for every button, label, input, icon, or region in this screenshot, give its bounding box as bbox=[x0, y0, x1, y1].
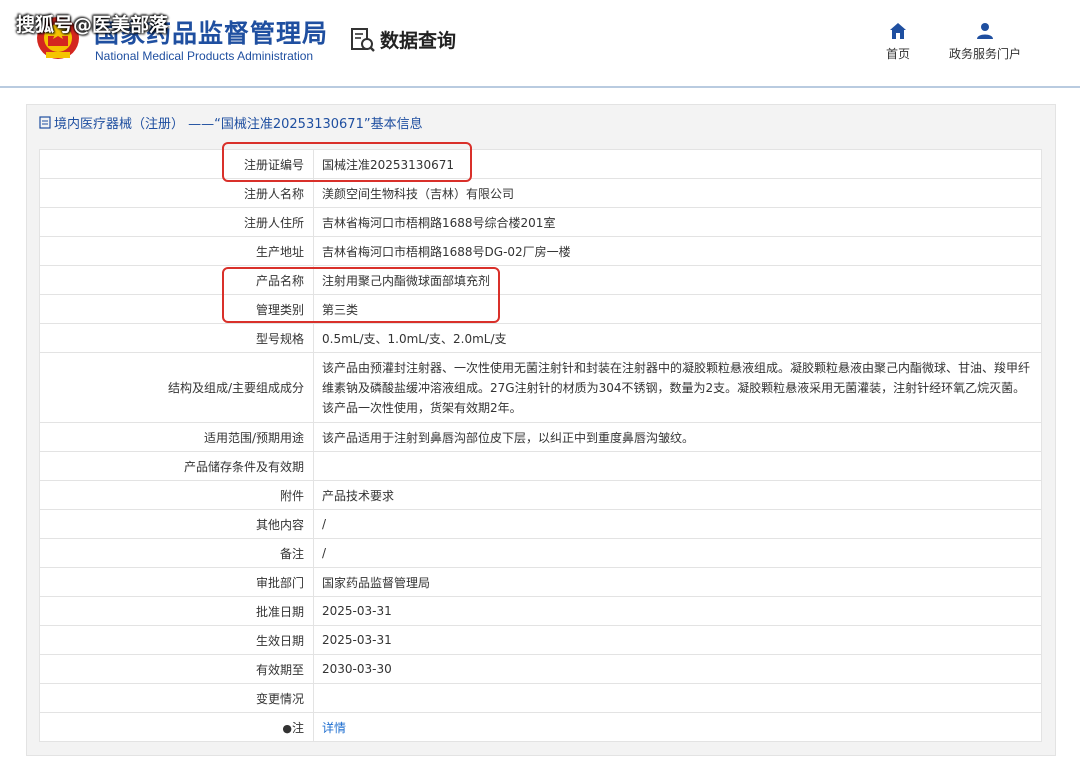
nav-service-portal-label: 政务服务门户 bbox=[948, 47, 1021, 61]
nav-home-label: 首页 bbox=[885, 47, 910, 61]
field-label: 结构及组成/主要组成成分 bbox=[39, 352, 314, 423]
field-label: 审批部门 bbox=[39, 567, 314, 597]
table-row: 产品名称 注射用聚己内酯微球面部填充剂 bbox=[39, 265, 1042, 295]
field-value: 2025-03-31 bbox=[313, 625, 1042, 655]
document-search-icon bbox=[351, 27, 375, 52]
field-label: 型号规格 bbox=[39, 323, 314, 353]
field-label: 产品储存条件及有效期 bbox=[39, 451, 314, 481]
field-value: 该产品由预灌封注射器、一次性使用无菌注射针和封装在注射器中的凝胶颗粒悬液组成。凝… bbox=[313, 352, 1042, 423]
field-label: 注册人名称 bbox=[39, 178, 314, 208]
table-row: 附件 产品技术要求 bbox=[39, 480, 1042, 510]
home-icon bbox=[890, 23, 906, 39]
user-icon bbox=[977, 23, 993, 39]
field-value: / bbox=[313, 509, 1042, 539]
details-link[interactable]: 详情 bbox=[322, 721, 346, 735]
field-label: 生产地址 bbox=[39, 236, 314, 266]
table-row: 管理类别 第三类 bbox=[39, 294, 1042, 324]
nav-home[interactable]: 首页 bbox=[882, 22, 914, 62]
table-row: 型号规格 0.5mL/支、1.0mL/支、2.0mL/支 bbox=[39, 323, 1042, 353]
table-row: 变更情况 bbox=[39, 683, 1042, 713]
table-row: 备注 / bbox=[39, 538, 1042, 568]
field-value bbox=[313, 451, 1042, 481]
field-label: 注册人住所 bbox=[39, 207, 314, 237]
field-value bbox=[313, 683, 1042, 713]
document-icon bbox=[39, 116, 51, 129]
field-label: 变更情况 bbox=[39, 683, 314, 713]
table-row: 其他内容 / bbox=[39, 509, 1042, 539]
watermark: 搜狐号@医美部落 bbox=[16, 14, 169, 36]
table-row: 有效期至 2030-03-30 bbox=[39, 654, 1042, 684]
note-label: 注 bbox=[291, 720, 304, 735]
table-row: 生效日期 2025-03-31 bbox=[39, 625, 1042, 655]
info-table: 注册证编号 国械注准20253130671 注册人名称 渼颜空间生物科技（吉林）有限… bbox=[39, 149, 1042, 742]
field-value: 国家药品监督管理局 bbox=[313, 567, 1042, 597]
field-value: 2025-03-31 bbox=[313, 596, 1042, 626]
table-row: 产品储存条件及有效期 bbox=[39, 451, 1042, 481]
field-label: 有效期至 bbox=[39, 654, 314, 684]
field-value: 产品技术要求 bbox=[313, 480, 1042, 510]
header-divider bbox=[0, 86, 1080, 88]
table-row: ●注 详情 bbox=[39, 712, 1042, 742]
table-row: 适用范围/预期用途 该产品适用于注射到鼻唇沟部位皮下层，以纠正中到重度鼻唇沟皱纹。 bbox=[39, 422, 1042, 452]
field-value: 该产品适用于注射到鼻唇沟部位皮下层，以纠正中到重度鼻唇沟皱纹。 bbox=[313, 422, 1042, 452]
field-label: 批准日期 bbox=[39, 596, 314, 626]
table-row: 注册人住所 吉林省梅河口市梧桐路1688号综合楼201室 bbox=[39, 207, 1042, 237]
highlight-registration-number bbox=[222, 142, 472, 182]
field-value: 0.5mL/支、1.0mL/支、2.0mL/支 bbox=[313, 323, 1042, 353]
table-row: 注册证编号 国械注准20253130671 bbox=[39, 149, 1042, 179]
panel-title: 境内医疗器械（注册） ——“国械注准20253130671”基本信息 bbox=[39, 113, 423, 132]
data-query-label: 数据查询 bbox=[380, 30, 457, 52]
panel-title-text: 境内医疗器械（注册） ——“国械注准20253130671”基本信息 bbox=[54, 117, 423, 132]
highlight-product-name-category bbox=[222, 267, 500, 323]
field-value: 渼颜空间生物科技（吉林）有限公司 bbox=[313, 178, 1042, 208]
field-label-note: ●注 bbox=[39, 712, 314, 742]
org-name-english: National Medical Products Administration bbox=[95, 49, 314, 63]
table-row: 生产地址 吉林省梅河口市梧桐路1688号DG-02厂房一楼 bbox=[39, 236, 1042, 266]
table-row: 批准日期 2025-03-31 bbox=[39, 596, 1042, 626]
nav-service-portal[interactable]: 政务服务门户 bbox=[946, 22, 1024, 62]
field-label: 生效日期 bbox=[39, 625, 314, 655]
field-label: 其他内容 bbox=[39, 509, 314, 539]
table-row: 结构及组成/主要组成成分 该产品由预灌封注射器、一次性使用无菌注射针和封装在注射器… bbox=[39, 352, 1042, 423]
site-header: 国家药品监督管理局 National Medical Products Admi… bbox=[0, 0, 1080, 88]
field-label: 附件 bbox=[39, 480, 314, 510]
field-value: 吉林省梅河口市梧桐路1688号DG-02厂房一楼 bbox=[313, 236, 1042, 266]
table-row: 审批部门 国家药品监督管理局 bbox=[39, 567, 1042, 597]
field-value: / bbox=[313, 538, 1042, 568]
table-row: 注册人名称 渼颜空间生物科技（吉林）有限公司 bbox=[39, 178, 1042, 208]
record-panel: 境内医疗器械（注册） ——“国械注准20253130671”基本信息 注册证编号… bbox=[26, 104, 1056, 756]
field-label: 适用范围/预期用途 bbox=[39, 422, 314, 452]
field-label: 备注 bbox=[39, 538, 314, 568]
pin-icon: ● bbox=[282, 721, 292, 735]
field-value: 吉林省梅河口市梧桐路1688号综合楼201室 bbox=[313, 207, 1042, 237]
data-query-link[interactable]: 数据查询 bbox=[350, 26, 456, 53]
field-value: 2030-03-30 bbox=[313, 654, 1042, 684]
field-value: 详情 bbox=[313, 712, 1042, 742]
